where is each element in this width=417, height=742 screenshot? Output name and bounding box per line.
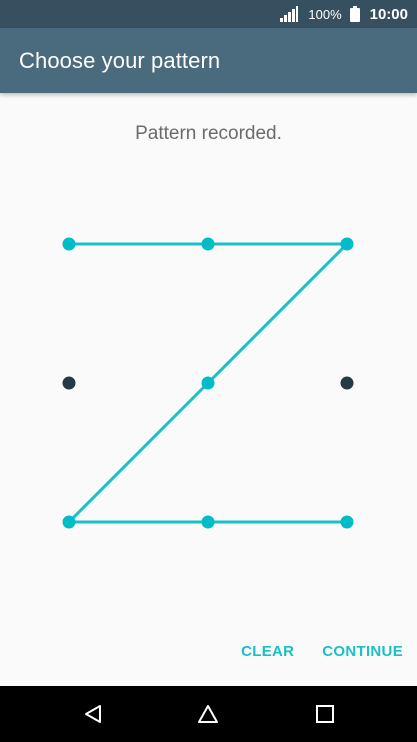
pattern-dot-5[interactable] [201,376,215,390]
back-icon[interactable] [82,703,104,725]
continue-button[interactable]: CONTINUE [322,643,403,660]
pattern-dot-8[interactable] [201,515,215,529]
pattern-dot-9[interactable] [340,515,354,529]
pattern-dot-1[interactable] [62,237,76,251]
clear-button[interactable]: CLEAR [241,643,294,660]
pattern-dot-3[interactable] [340,237,354,251]
action-row: CLEAR CONTINUE [241,640,417,662]
lock-pattern-screen: 100% 10:00 Choose your pattern Pattern r… [0,0,417,742]
pattern-grid[interactable] [0,0,417,742]
pattern-dot-4[interactable] [62,376,76,390]
navigation-bar [0,686,417,742]
pattern-dot-2[interactable] [201,237,215,251]
home-icon[interactable] [197,703,219,725]
recents-icon[interactable] [314,703,336,725]
pattern-dot-7[interactable] [62,515,76,529]
pattern-dot-6[interactable] [340,376,354,390]
